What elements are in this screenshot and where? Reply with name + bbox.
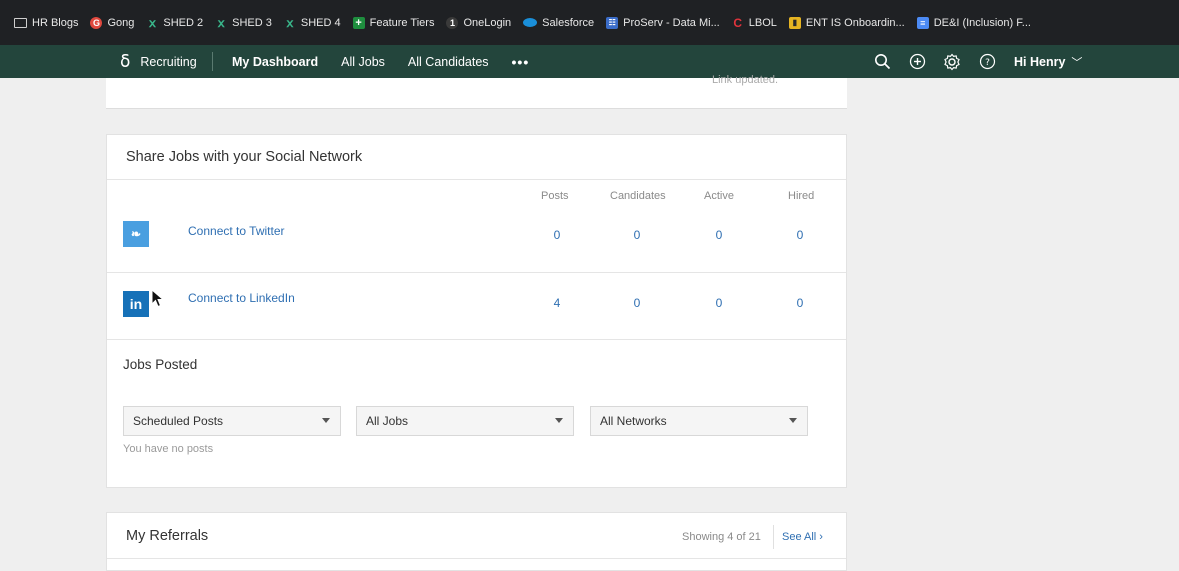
connect-linkedin-link[interactable]: Connect to LinkedIn bbox=[188, 291, 295, 305]
twitter-candidates[interactable]: 0 bbox=[627, 228, 647, 242]
linkedin-active[interactable]: 0 bbox=[709, 296, 729, 310]
divider bbox=[107, 558, 846, 559]
cloud-icon bbox=[523, 18, 538, 27]
sprout-icon: ⅹ bbox=[217, 15, 225, 30]
bookmark-salesforce[interactable]: Salesforce bbox=[523, 17, 594, 29]
onelogin-icon: 1 bbox=[446, 16, 459, 29]
app-nav-bar: ẟ Recruiting My Dashboard All Jobs All C… bbox=[0, 45, 1179, 78]
twitter-hired[interactable]: 0 bbox=[790, 228, 810, 242]
column-header-active: Active bbox=[704, 190, 734, 202]
all-networks-select[interactable]: All Networks bbox=[590, 406, 808, 436]
bookmark-dei[interactable]: ≡ DE&I (Inclusion) F... bbox=[916, 16, 1031, 29]
nav-divider bbox=[212, 52, 213, 71]
bookmark-ent-is[interactable]: ▮ ENT IS Onboardin... bbox=[788, 16, 905, 29]
nav-my-dashboard[interactable]: My Dashboard bbox=[232, 55, 318, 69]
select-value: Scheduled Posts bbox=[133, 414, 224, 428]
no-posts-message: You have no posts bbox=[123, 443, 214, 455]
select-value: All Jobs bbox=[366, 414, 409, 428]
bookmark-proserv[interactable]: ☷ ProServ - Data Mi... bbox=[606, 16, 720, 29]
sprout-logo-icon: ẟ bbox=[120, 51, 131, 71]
brand[interactable]: ẟ Recruiting bbox=[120, 45, 213, 78]
gong-icon: G bbox=[90, 16, 103, 29]
c-logo-icon: C bbox=[733, 15, 743, 30]
nav-links: My Dashboard All Jobs All Candidates ••• bbox=[232, 45, 552, 78]
nav-more-button[interactable]: ••• bbox=[512, 54, 530, 70]
svg-text:?: ? bbox=[985, 58, 990, 68]
mouse-cursor-icon bbox=[151, 289, 165, 308]
brand-label: Recruiting bbox=[140, 54, 197, 69]
linkedin-hired[interactable]: 0 bbox=[790, 296, 810, 310]
bookmark-feature-tiers[interactable]: + Feature Tiers bbox=[352, 16, 434, 29]
bookmarks-bar: HR Blogs G Gong ⅹ SHED 2 ⅹ SHED 3 ⅹ SHED 4 +… bbox=[0, 0, 1179, 45]
linkedin-icon: in bbox=[123, 291, 149, 317]
folder-icon bbox=[14, 17, 27, 28]
all-jobs-select[interactable]: All Jobs bbox=[356, 406, 574, 436]
linkedin-candidates[interactable]: 0 bbox=[627, 296, 647, 310]
caret-down-icon bbox=[322, 418, 330, 423]
plus-box-icon: + bbox=[352, 16, 365, 29]
caret-down-icon bbox=[555, 418, 563, 423]
add-icon[interactable] bbox=[907, 52, 927, 72]
column-header-candidates: Candidates bbox=[610, 190, 666, 202]
gear-icon[interactable] bbox=[942, 52, 962, 72]
see-all-link[interactable]: See All › bbox=[782, 531, 823, 543]
bookmark-gong[interactable]: G Gong bbox=[90, 16, 134, 29]
nav-all-candidates[interactable]: All Candidates bbox=[408, 55, 489, 69]
sprout-icon: ⅹ bbox=[286, 15, 294, 30]
twitter-active[interactable]: 0 bbox=[709, 228, 729, 242]
nav-actions: ? Hi Henry ﹀ bbox=[872, 45, 1082, 78]
referrals-count: Showing 4 of 21 bbox=[682, 531, 761, 543]
scheduled-posts-select[interactable]: Scheduled Posts bbox=[123, 406, 341, 436]
search-icon[interactable] bbox=[872, 52, 892, 72]
share-jobs-title: Share Jobs with your Social Network bbox=[126, 149, 363, 165]
help-icon[interactable]: ? bbox=[977, 52, 997, 72]
table-icon: ☷ bbox=[606, 16, 619, 29]
chevron-down-icon: ﹀ bbox=[1071, 56, 1083, 69]
bookmark-lbol[interactable]: C LBOL bbox=[732, 15, 776, 30]
book-icon: ▮ bbox=[788, 16, 801, 29]
link-updated-status: Link updated. bbox=[712, 74, 779, 86]
caret-down-icon bbox=[789, 418, 797, 423]
bookmark-hr-blogs[interactable]: HR Blogs bbox=[14, 17, 78, 29]
bookmark-shed-4[interactable]: ⅹ SHED 4 bbox=[284, 15, 340, 30]
bookmark-onelogin[interactable]: 1 OneLogin bbox=[446, 16, 511, 29]
divider bbox=[107, 272, 846, 273]
previous-card: Link updated. bbox=[106, 74, 847, 109]
linkedin-posts[interactable]: 4 bbox=[547, 296, 567, 310]
twitter-icon: ❧ bbox=[123, 221, 149, 247]
my-referrals-card: My Referrals Showing 4 of 21 See All › bbox=[106, 512, 847, 571]
divider bbox=[773, 525, 774, 549]
select-value: All Networks bbox=[600, 414, 667, 428]
twitter-posts[interactable]: 0 bbox=[547, 228, 567, 242]
my-referrals-title: My Referrals bbox=[126, 528, 209, 544]
user-greeting: Hi Henry bbox=[1014, 54, 1066, 69]
share-jobs-card: Share Jobs with your Social Network Post… bbox=[106, 134, 847, 488]
column-header-hired: Hired bbox=[788, 190, 815, 202]
sprout-icon: ⅹ bbox=[148, 15, 156, 30]
bookmark-shed-3[interactable]: ⅹ SHED 3 bbox=[215, 15, 272, 30]
divider bbox=[107, 179, 846, 180]
jobs-posted-title: Jobs Posted bbox=[123, 357, 198, 372]
divider bbox=[107, 339, 846, 340]
connect-twitter-link[interactable]: Connect to Twitter bbox=[188, 224, 285, 238]
column-header-posts: Posts bbox=[541, 190, 569, 202]
nav-all-jobs[interactable]: All Jobs bbox=[341, 55, 385, 69]
user-menu[interactable]: Hi Henry ﹀ bbox=[1014, 54, 1082, 70]
doc-icon: ≡ bbox=[916, 16, 929, 29]
bookmark-shed-2[interactable]: ⅹ SHED 2 bbox=[146, 15, 203, 30]
